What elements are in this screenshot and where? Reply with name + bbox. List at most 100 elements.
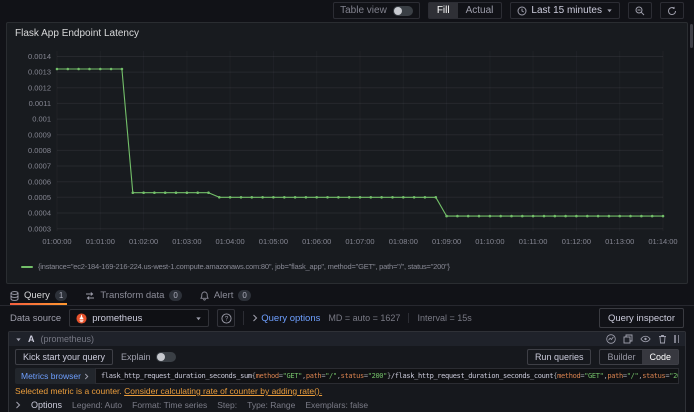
svg-text:0.0014: 0.0014 — [28, 52, 51, 61]
fill-button[interactable]: Fill — [428, 3, 458, 18]
svg-text:01:05:00: 01:05:00 — [259, 237, 288, 246]
explain-label: Explain — [121, 352, 151, 362]
options-summary: Legend: Auto Format: Time series Step: Type… — [72, 400, 369, 410]
query-row-actions — [606, 334, 679, 344]
query-row-header[interactable]: A (prometheus) — [9, 332, 685, 346]
svg-text:01:02:00: 01:02:00 — [129, 237, 158, 246]
datasource-picker[interactable]: prometheus — [69, 309, 210, 327]
editor-toolbar: Table view Fill Actual Last 15 minutes — [0, 0, 694, 21]
refresh-icon — [667, 6, 677, 16]
latency-chart-svg[interactable]: 0.0014 0.0013 0.0012 0.0011 0.001 0.0009 0.000… — [15, 41, 693, 260]
svg-text:01:01:00: 01:01:00 — [86, 237, 115, 246]
display-mode-group: Fill Actual — [427, 2, 503, 19]
svg-text:01:03:00: 01:03:00 — [172, 237, 201, 246]
time-range-picker[interactable]: Last 15 minutes — [510, 2, 620, 19]
chevron-right-icon — [252, 314, 258, 322]
editor-mode-group: Builder Code — [599, 349, 679, 365]
svg-text:01:11:00: 01:11:00 — [519, 237, 548, 246]
kick-start-query-button[interactable]: Kick start your query — [15, 349, 114, 365]
query-options-summary: MD = auto = 1627 Interval = 15s — [328, 313, 472, 323]
editor-tabs: Query 1 Transform data 0 Alert 0 — [0, 286, 694, 306]
svg-text:01:09:00: 01:09:00 — [432, 237, 461, 246]
table-view-toggle[interactable] — [392, 5, 413, 16]
clock-icon — [517, 6, 527, 16]
time-range-label: Last 15 minutes — [531, 5, 602, 16]
svg-text:01:14:00: 01:14:00 — [648, 237, 677, 246]
latency-panel: Flask App Endpoint Latency 0.0014 0.0013 0… — [6, 22, 688, 284]
svg-text:01:10:00: 01:10:00 — [475, 237, 504, 246]
scrollbar-thumb[interactable] — [690, 24, 693, 48]
actual-button[interactable]: Actual — [458, 3, 502, 18]
tab-query[interactable]: Query 1 — [10, 286, 68, 305]
drag-handle-icon[interactable] — [674, 335, 679, 343]
table-view-control: Table view — [333, 2, 420, 19]
metrics-browser-label: Metrics browser — [21, 371, 81, 381]
graph-icon[interactable] — [606, 334, 616, 344]
tab-alert[interactable]: Alert 0 — [200, 286, 251, 305]
trash-icon[interactable] — [658, 334, 667, 344]
zoom-out-button[interactable] — [628, 2, 652, 19]
svg-text:01:08:00: 01:08:00 — [389, 237, 418, 246]
refresh-button[interactable] — [660, 2, 684, 19]
question-circle-icon: ? — [221, 312, 232, 324]
svg-text:?: ? — [224, 315, 228, 322]
bell-icon — [200, 291, 209, 301]
query-inspector-button[interactable]: Query inspector — [598, 308, 684, 328]
query-datasource-hint: (prometheus) — [40, 334, 95, 344]
panel-title: Flask App Endpoint Latency — [15, 28, 139, 39]
explain-control: Explain — [121, 352, 176, 362]
svg-text:0.001: 0.001 — [32, 115, 51, 124]
tab-query-label: Query — [24, 290, 50, 301]
builder-mode-button[interactable]: Builder — [600, 350, 642, 364]
legend-series-label: {instance="ec2-184-169-216-224.us-west-1… — [38, 262, 450, 271]
svg-text:0.0013: 0.0013 — [28, 68, 51, 77]
datasource-bar: Data source prometheus ? Query options M… — [0, 306, 694, 330]
tab-alert-label: Alert — [213, 290, 234, 301]
svg-text:0.0004: 0.0004 — [28, 209, 51, 218]
query-row-card: A (prometheus) Kick start your query Exp… — [8, 331, 686, 412]
chevron-down-icon — [15, 336, 22, 343]
metrics-browser-button[interactable]: Metrics browser — [15, 368, 95, 384]
warning-text: Selected metric is a counter. — [15, 386, 122, 396]
query-toolbar-row: Kick start your query Explain Run querie… — [9, 346, 685, 368]
svg-text:01:07:00: 01:07:00 — [345, 237, 374, 246]
warning-rate-link[interactable]: Consider calculating rate of counter by … — [124, 386, 322, 396]
svg-text:01:06:00: 01:06:00 — [302, 237, 331, 246]
svg-text:01:12:00: 01:12:00 — [562, 237, 591, 246]
query-editor-row: Metrics browser flask_http_request_durat… — [15, 368, 679, 384]
tab-query-count: 1 — [54, 290, 68, 301]
legend-series-marker — [21, 265, 33, 268]
query-expression-input[interactable]: flask_http_request_duration_seconds_sum{… — [94, 368, 679, 384]
query-options-toggle[interactable]: Query options — [252, 313, 320, 324]
database-icon — [10, 290, 19, 301]
code-mode-button[interactable]: Code — [642, 350, 678, 364]
datasource-label: Data source — [10, 312, 62, 324]
tab-alert-count: 0 — [238, 290, 251, 301]
options-row[interactable]: Options Legend: Auto Format: Time series S… — [9, 397, 685, 412]
query-options-label: Query options — [261, 312, 321, 324]
svg-text:0.0009: 0.0009 — [28, 130, 51, 139]
duplicate-icon[interactable] — [623, 334, 633, 344]
transform-icon — [85, 291, 95, 301]
divider — [243, 311, 245, 325]
svg-text:0.0011: 0.0011 — [29, 99, 51, 108]
table-view-label: Table view — [340, 5, 387, 16]
legend-item[interactable]: {instance="ec2-184-169-216-224.us-west-1… — [15, 260, 679, 273]
svg-text:0.0006: 0.0006 — [28, 177, 51, 186]
svg-text:01:13:00: 01:13:00 — [605, 237, 634, 246]
datasource-help-button[interactable]: ? — [217, 309, 236, 327]
tab-transform-count: 0 — [169, 290, 182, 301]
eye-icon[interactable] — [640, 334, 651, 344]
chevron-right-icon — [15, 401, 21, 409]
datasource-name: prometheus — [92, 312, 143, 324]
counter-warning: Selected metric is a counter. Consider c… — [9, 384, 685, 397]
tab-transform-data[interactable]: Transform data 0 — [85, 286, 182, 305]
chevron-down-icon — [606, 7, 613, 14]
prometheus-icon — [76, 312, 87, 324]
explain-toggle[interactable] — [155, 352, 176, 362]
run-queries-button[interactable]: Run queries — [526, 349, 592, 365]
svg-text:0.0008: 0.0008 — [28, 146, 51, 155]
svg-text:0.0007: 0.0007 — [28, 162, 51, 171]
chevron-down-icon — [195, 315, 202, 322]
svg-text:0.0003: 0.0003 — [28, 224, 51, 233]
